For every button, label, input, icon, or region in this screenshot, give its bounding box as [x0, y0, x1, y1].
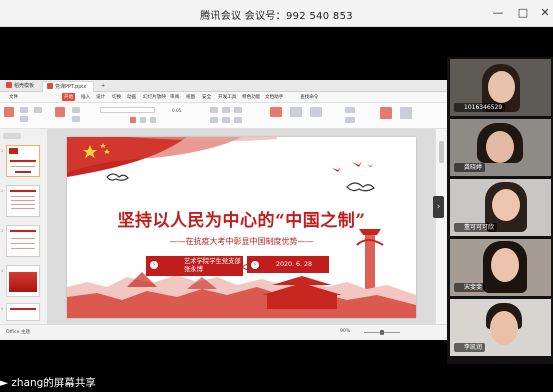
participant-name: 宋斐斐 — [454, 283, 486, 292]
title-bar: 腾讯会议 会议号：992 540 853 — □ ✕ — [0, 0, 553, 27]
numbering-icon[interactable] — [222, 107, 230, 113]
arrow-icon: › — [251, 261, 259, 269]
participant-face — [490, 311, 518, 345]
participant-list: 1016346529 龚晓婷 董可可可欣 宋斐斐 李凯润 — [447, 57, 553, 364]
ppt-tab-bar: 稻壳模板 党课PPT.pptx + — [0, 80, 447, 92]
minimize-button[interactable]: — — [490, 5, 506, 21]
docer-icon — [6, 82, 12, 88]
arrow-icon: › — [150, 261, 158, 269]
play-slideshow-icon[interactable] — [380, 107, 392, 119]
current-slide[interactable]: 坚持以人民为中心的“中国之制” ——在抗疫大考中彰显中国制度优势—— › 艺术学… — [67, 137, 416, 318]
maximize-button[interactable]: □ — [515, 5, 531, 21]
ppt-ribbon: 0.05 — [0, 103, 447, 129]
shapes-icon[interactable] — [290, 107, 302, 117]
layout-icon[interactable] — [72, 107, 80, 113]
menu-transition[interactable]: 切换 — [112, 94, 121, 100]
participant-video-3[interactable]: 董可可可欣 — [450, 179, 551, 236]
slide-title: 坚持以人民为中心的“中国之制” — [117, 211, 366, 231]
slide-subtitle: ——在抗疫大考中彰显中国制度优势—— — [169, 237, 314, 246]
menu-design[interactable]: 设计 — [96, 94, 105, 100]
screen-share-label: ► zhang的屏幕共享 — [0, 377, 96, 389]
textbox-icon[interactable] — [270, 107, 282, 117]
zoom-slider-knob[interactable] — [380, 330, 384, 335]
participant-face — [486, 131, 514, 163]
indent-icon[interactable] — [234, 107, 242, 113]
align-right-icon[interactable] — [234, 117, 242, 123]
cut-icon[interactable] — [20, 107, 28, 113]
slide-thumb-4[interactable] — [6, 265, 40, 297]
copy-icon[interactable] — [20, 116, 28, 122]
align-left-icon[interactable] — [210, 117, 218, 123]
fill-icon[interactable] — [345, 107, 355, 113]
participant-name: 董可可可欣 — [454, 223, 498, 232]
slide-thumb-5[interactable] — [6, 303, 40, 321]
close-button[interactable]: ✕ — [537, 5, 553, 21]
menu-view[interactable]: 视图 — [186, 94, 195, 100]
presenter-box: › 艺术学院学生党支部 张永博 — [146, 256, 243, 276]
menu-home[interactable]: 开始 — [62, 93, 76, 101]
slide-scrollbar[interactable] — [435, 129, 447, 324]
tab-document[interactable]: 党课PPT.pptx — [42, 81, 94, 92]
new-slide-icon[interactable] — [55, 107, 65, 117]
slide-thumbnail-panel: 1 2 3 4 5 — [0, 129, 48, 324]
slide-canvas: 坚持以人民为中心的“中国之制” ——在抗疫大考中彰显中国制度优势—— › 艺术学… — [48, 129, 435, 324]
ppt-menu-bar: 文件 开始 插入 设计 切换 动画 幻灯片放映 审阅 视图 安全 开发工具 特色… — [0, 92, 447, 103]
menu-slideshow[interactable]: 幻灯片放映 — [143, 94, 166, 100]
arrange-icon[interactable] — [310, 107, 322, 117]
menu-security[interactable]: 安全 — [202, 94, 211, 100]
italic-icon[interactable] — [140, 117, 146, 123]
new-tab-button[interactable]: + — [97, 81, 109, 92]
ppt-file-icon — [47, 83, 53, 89]
theme-label: Office 主题 — [6, 330, 31, 335]
participant-name: 龚晓婷 — [454, 163, 486, 172]
reset-icon[interactable] — [72, 116, 80, 122]
flag-thumb — [9, 148, 18, 154]
menu-file[interactable]: 文件 — [9, 94, 18, 100]
shared-screen: 稻壳模板 党课PPT.pptx + 文件 开始 插入 设计 切换 动画 幻灯片放… — [0, 80, 447, 340]
menu-animation[interactable]: 动画 — [127, 94, 136, 100]
zoom-level[interactable]: 90% — [340, 329, 350, 334]
underline-icon[interactable] — [150, 117, 156, 123]
ppt-status-bar: Office 主题 90% — [0, 324, 447, 340]
participant-video-1[interactable]: 1016346529 — [450, 59, 551, 116]
scroll-thumb[interactable] — [439, 141, 444, 163]
slide-thumb-2[interactable] — [6, 185, 40, 217]
docer-tools-icon[interactable] — [400, 107, 412, 119]
participant-video-4[interactable]: 宋斐斐 — [450, 239, 551, 296]
participant-face — [491, 248, 519, 282]
date-box: › 2020. 6. 28 — [247, 256, 329, 273]
slide-thumb-3[interactable] — [6, 225, 40, 257]
tab-docer[interactable]: 稻壳模板 — [2, 81, 38, 92]
slide-thumb-1[interactable] — [6, 145, 40, 177]
presenter-name: 张永博 — [184, 266, 203, 273]
meeting-window: 腾讯会议 会议号：992 540 853 — □ ✕ 稻壳模板 党课PPT.pp… — [0, 0, 553, 392]
participant-face — [488, 71, 515, 103]
font-size-field[interactable]: 0.05 — [172, 108, 181, 113]
menu-search[interactable]: 查找命令 — [300, 94, 318, 100]
participant-name: 1016346529 — [454, 103, 506, 112]
menu-devtools[interactable]: 开发工具 — [218, 94, 236, 100]
outline-icon[interactable] — [345, 117, 355, 123]
outline-toggle[interactable] — [3, 133, 21, 139]
menu-insert[interactable]: 插入 — [81, 94, 90, 100]
menu-assistant[interactable]: 文档助手 — [265, 94, 283, 100]
align-center-icon[interactable] — [222, 117, 230, 123]
slide-date: 2020. 6. 28 — [276, 261, 313, 268]
paste-icon[interactable] — [4, 107, 14, 117]
format-painter-icon[interactable] — [34, 107, 42, 113]
menu-review[interactable]: 审阅 — [170, 94, 179, 100]
participant-video-5[interactable]: 李凯润 — [450, 299, 551, 356]
collapse-sidebar-button[interactable]: › — [433, 196, 444, 218]
participant-name: 李凯润 — [454, 343, 486, 352]
menu-features[interactable]: 特色功能 — [242, 94, 260, 100]
participant-face — [492, 189, 520, 221]
font-name-select[interactable] — [100, 107, 155, 113]
bold-icon[interactable] — [130, 117, 136, 123]
presenter-org: 艺术学院学生党支部 — [184, 258, 241, 265]
bullets-icon[interactable] — [210, 107, 218, 113]
window-title: 腾讯会议 会议号：992 540 853 — [200, 11, 353, 22]
participant-video-2[interactable]: 龚晓婷 — [450, 119, 551, 176]
